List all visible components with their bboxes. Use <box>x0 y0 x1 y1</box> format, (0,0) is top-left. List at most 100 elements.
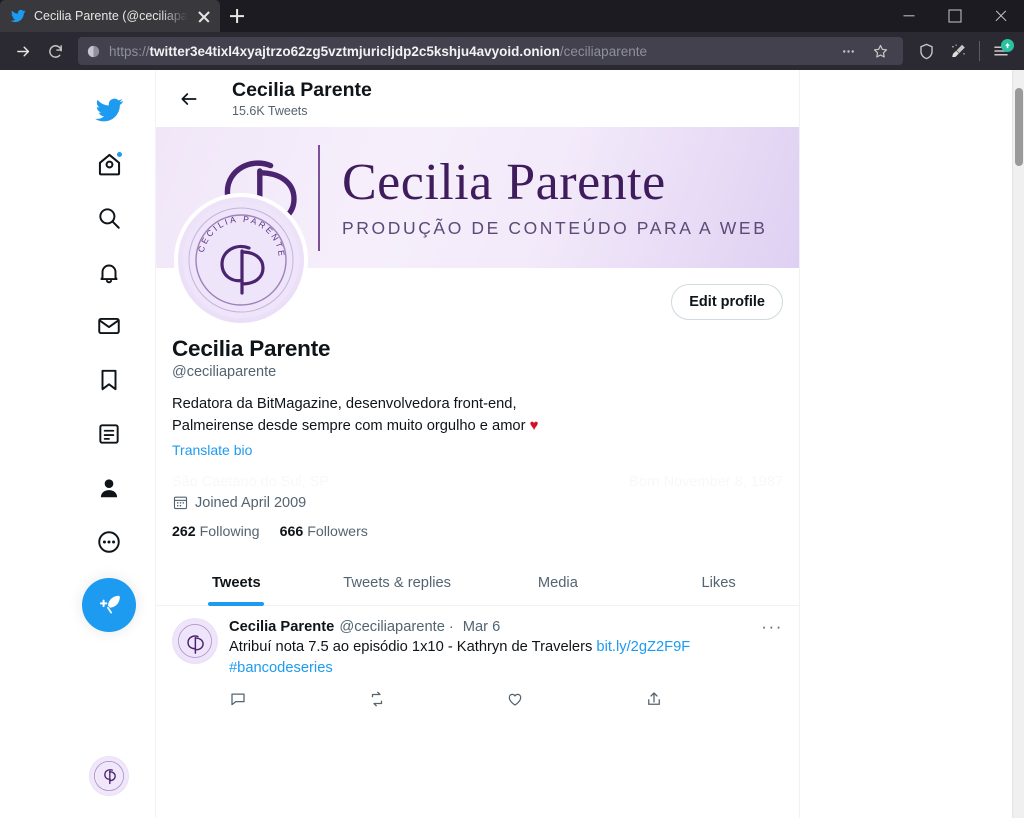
tweet-more-button[interactable]: ··· <box>761 618 783 635</box>
forward-button[interactable] <box>8 36 38 66</box>
page-scrollbar[interactable] <box>1012 70 1024 818</box>
sidebar-item-lists[interactable] <box>83 408 135 460</box>
mail-icon <box>98 317 120 335</box>
bookmark-star-icon[interactable] <box>865 37 895 65</box>
new-identity-button[interactable] <box>943 37 973 65</box>
compose-feather-icon <box>99 595 120 614</box>
back-arrow-icon <box>181 92 197 105</box>
tab-tweets[interactable]: Tweets <box>156 560 317 606</box>
share-button[interactable] <box>645 690 784 708</box>
tweet-author-handle[interactable]: @ceciliaparente <box>339 619 445 635</box>
scrollbar-thumb[interactable] <box>1015 88 1023 166</box>
new-tab-button[interactable] <box>220 0 254 32</box>
followers-stat[interactable]: 666 Followers <box>280 524 368 540</box>
retweet-icon <box>371 691 382 707</box>
profile-details: CECILIA PARENTE Edit profile Cecilia Par… <box>156 193 799 540</box>
following-stat[interactable]: 262 Following <box>172 524 260 540</box>
joined-date-row: Joined April 2009 <box>172 494 783 511</box>
shield-button[interactable] <box>911 37 941 65</box>
app-menu-button[interactable] <box>986 37 1016 65</box>
twitter-bird-icon <box>95 98 123 122</box>
tab-tweets-replies[interactable]: Tweets & replies <box>317 560 478 605</box>
tweet-hashtag[interactable]: #bancodeseries <box>229 660 333 676</box>
minimize-button[interactable] <box>886 0 932 32</box>
user-handle: @ceciliaparente <box>172 364 277 380</box>
followers-count: 666 <box>279 524 304 540</box>
sidebar-item-notifications[interactable] <box>83 246 135 298</box>
sidebar-item-home[interactable] <box>83 138 135 190</box>
tweet-author-name[interactable]: Cecilia Parente <box>229 619 334 635</box>
shield-icon <box>919 43 933 59</box>
tweet-link[interactable]: bit.ly/2gZ2F9F <box>596 639 690 655</box>
browser-tab[interactable]: Cecilia Parente (@ceciliaparent <box>0 0 220 32</box>
page-actions-dots-icon[interactable] <box>833 37 863 65</box>
window-controls <box>886 0 1024 32</box>
update-arrow-icon <box>1001 39 1014 52</box>
like-icon <box>508 693 522 706</box>
ghost-location: São Caetano do Sul, SP <box>172 474 329 490</box>
profile-tabs: Tweets Tweets & replies Media Likes <box>156 560 799 606</box>
display-name: Cecilia Parente <box>172 336 331 361</box>
banner-text: Cecilia Parente PRODUÇÃO DE CONTEÚDO PAR… <box>342 153 768 240</box>
followers-label: Followers <box>307 524 368 540</box>
profile-bio: Redatora da BitMagazine, desenvolvedora … <box>172 394 783 437</box>
profile-header-text: Cecilia Parente 15.6K Tweets <box>232 79 372 117</box>
toolbar-divider <box>979 41 980 61</box>
edit-profile-button[interactable]: Edit profile <box>671 284 783 320</box>
url-text: https://twitter3e4tixl4xyajtrzo62zg5vztm… <box>109 43 647 59</box>
tweet-header: Cecilia Parente @ceciliaparente · Mar 6 … <box>229 618 783 635</box>
sidebar-item-more[interactable] <box>83 516 135 568</box>
close-window-button[interactable] <box>978 0 1024 32</box>
avatar-icon: CECILIA PARENTE <box>183 202 299 318</box>
tab-label: Tweets <box>212 575 261 591</box>
translate-bio-link[interactable]: Translate bio <box>172 442 783 458</box>
sidebar-item-explore[interactable] <box>83 192 135 244</box>
tab-close-icon[interactable] <box>196 8 212 24</box>
profile-top-bar: Cecilia Parente 15.6K Tweets <box>156 70 799 127</box>
bookmark-icon <box>101 369 117 391</box>
sidebar-item-profile[interactable] <box>83 462 135 514</box>
tweet-item[interactable]: Cecilia Parente @ceciliaparente · Mar 6 … <box>156 606 799 708</box>
back-button[interactable] <box>172 82 206 116</box>
banner-tagline: PRODUÇÃO DE CONTEÚDO PARA A WEB <box>342 218 768 239</box>
sidebar-account-avatar[interactable] <box>89 756 129 796</box>
tweet-text: Atribuí nota 7.5 ao episódio 1x10 - Kath… <box>229 637 783 679</box>
profile-stats: 262 Following 666 Followers <box>172 524 783 540</box>
tweet-date[interactable]: Mar 6 <box>463 619 501 635</box>
joined-date: Joined April 2009 <box>195 494 307 511</box>
tweet-author-avatar[interactable] <box>172 618 218 664</box>
sidebar-item-bookmarks[interactable] <box>83 354 135 406</box>
forward-arrow-icon <box>16 46 29 56</box>
reload-button[interactable] <box>40 36 70 66</box>
ghost-birthday: Born November 8, 1987 <box>629 474 783 490</box>
tab-media[interactable]: Media <box>478 560 639 605</box>
more-circle-icon <box>98 531 120 553</box>
avatar-icon <box>173 619 217 663</box>
tweet-text-body: Atribuí nota 7.5 ao episódio 1x10 - Kath… <box>229 639 597 655</box>
tab-bar: Cecilia Parente (@ceciliaparent <box>0 0 1024 32</box>
sidebar-item-messages[interactable] <box>83 300 135 352</box>
retweet-button[interactable] <box>368 690 507 708</box>
tweet-body: Cecilia Parente @ceciliaparente · Mar 6 … <box>229 618 783 708</box>
hidden-profile-meta-row: São Caetano do Sul, SP Born November 8, … <box>172 472 783 491</box>
maximize-button[interactable] <box>932 0 978 32</box>
following-count: 262 <box>172 524 196 540</box>
bio-line-2: Palmeirense desde sempre com muito orgul… <box>172 418 526 434</box>
sidebar-item-twitter-logo[interactable] <box>83 84 135 136</box>
calendar-icon <box>173 496 188 510</box>
reply-button[interactable] <box>229 690 368 708</box>
search-icon <box>99 208 120 229</box>
profile-avatar[interactable]: CECILIA PARENTE <box>174 193 308 327</box>
main-column: Cecilia Parente 15.6K Tweets Cecilia Par… <box>155 70 800 818</box>
twitter-sidebar <box>70 70 148 818</box>
profile-identity: Cecilia Parente @ceciliaparente <box>172 336 783 380</box>
address-bar[interactable]: https://twitter3e4tixl4xyajtrzo62zg5vztm… <box>78 37 903 65</box>
banner-brand-name: Cecilia Parente <box>342 153 666 211</box>
tab-likes[interactable]: Likes <box>638 560 799 605</box>
twitter-bird-icon <box>10 9 26 23</box>
like-button[interactable] <box>506 690 645 708</box>
compose-tweet-button[interactable] <box>82 578 136 632</box>
avatar-icon <box>89 756 129 796</box>
reload-icon <box>48 44 62 58</box>
bell-icon <box>100 264 118 284</box>
